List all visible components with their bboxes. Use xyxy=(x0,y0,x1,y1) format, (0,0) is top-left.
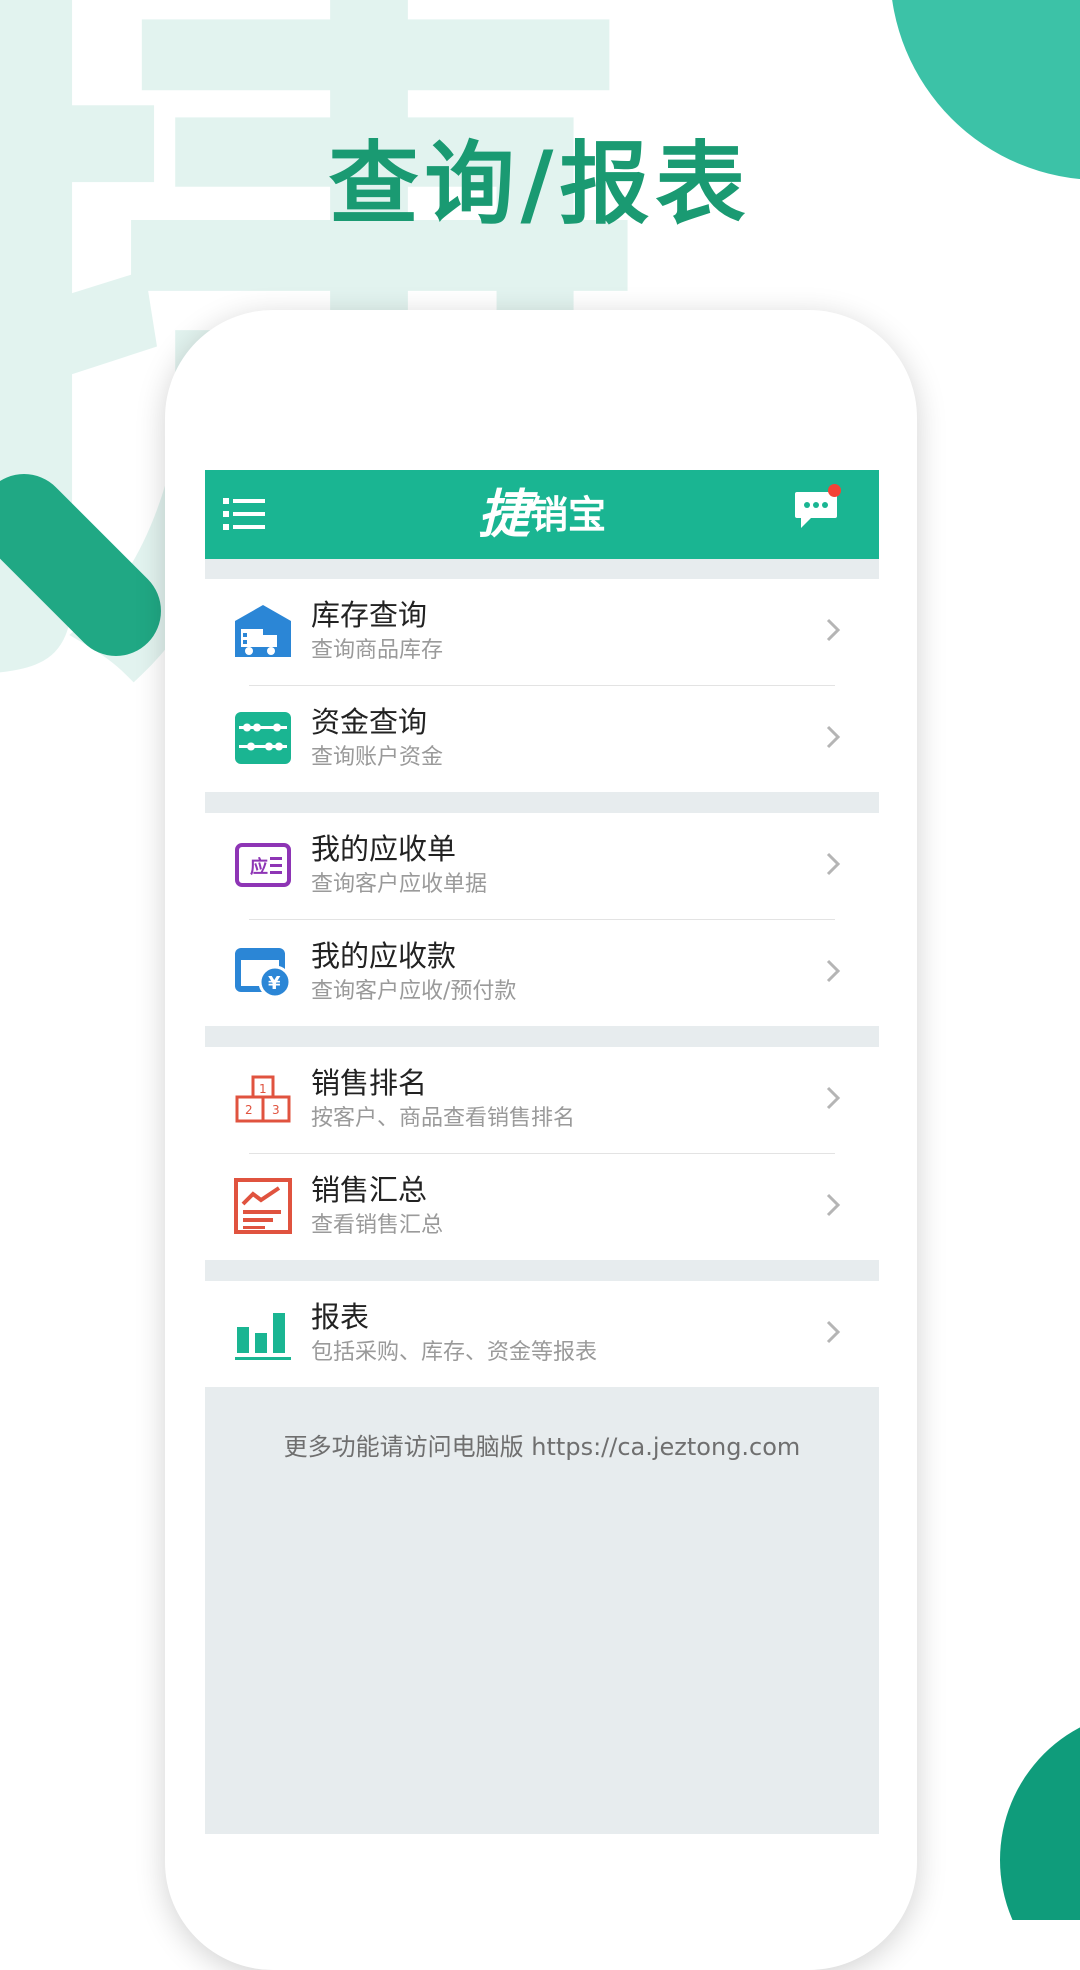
chevron-right-icon xyxy=(826,1193,841,1217)
abacus-icon xyxy=(235,712,291,764)
desktop-version-notice: 更多功能请访问电脑版 https://ca.jeztong.com xyxy=(283,1433,801,1461)
menu-item-fund-query[interactable]: 资金查询 查询账户资金 xyxy=(235,686,841,792)
menu-item-my-receivable-payments[interactable]: ¥ 我的应收款 查询客户应收/预付款 xyxy=(235,920,841,1026)
svg-text:3: 3 xyxy=(272,1103,280,1117)
menu-item-title: 销售排名 xyxy=(311,1066,428,1100)
svg-text:2: 2 xyxy=(245,1103,253,1117)
chevron-right-icon xyxy=(826,725,841,749)
chevron-right-icon xyxy=(826,852,841,876)
menu-item-subtitle: 查询账户资金 xyxy=(311,745,444,770)
bar-chart-icon xyxy=(235,1313,291,1360)
chevron-right-icon xyxy=(826,618,841,642)
decorative-circle-bottom-right xyxy=(1000,1710,1080,1920)
menu-item-subtitle: 按客户、商品查看销售排名 xyxy=(311,1106,576,1131)
menu-group-receivables: 应 我的应收单 查询客户应收单据 ¥ 我的应收款 查询客户应收/预付款 xyxy=(205,813,879,1026)
menu-item-title: 销售汇总 xyxy=(311,1173,428,1207)
receivable-money-icon: ¥ xyxy=(235,948,292,999)
menu-item-reports[interactable]: 报表 包括采购、库存、资金等报表 xyxy=(235,1281,841,1387)
unread-badge xyxy=(828,484,841,497)
chevron-right-icon xyxy=(826,1320,841,1344)
menu-group-reports: 报表 包括采购、库存、资金等报表 xyxy=(205,1281,879,1387)
ranking-podium-icon: 1 2 3 xyxy=(235,1075,291,1123)
menu-item-title: 库存查询 xyxy=(311,598,428,632)
chevron-right-icon xyxy=(826,959,841,983)
menu-item-subtitle: 包括采购、库存、资金等报表 xyxy=(311,1340,598,1365)
app-logo-main: 捷 xyxy=(477,485,530,545)
menu-item-subtitle: 查看销售汇总 xyxy=(311,1213,444,1238)
menu-item-subtitle: 查询客户应收/预付款 xyxy=(311,979,517,1004)
app-top-bar: 捷销宝 xyxy=(205,470,879,559)
menu-item-sales-ranking[interactable]: 1 2 3 销售排名 按客户、商品查看销售排名 xyxy=(235,1047,841,1154)
menu-item-title: 报表 xyxy=(311,1300,370,1334)
svg-text:¥: ¥ xyxy=(268,973,281,994)
sales-summary-icon xyxy=(234,1178,292,1234)
page-headline: 查询/报表 xyxy=(328,132,752,237)
menu-item-title: 资金查询 xyxy=(311,705,428,739)
menu-item-title: 我的应收款 xyxy=(311,939,457,973)
svg-text:1: 1 xyxy=(259,1082,267,1096)
app-screen: 捷销宝 库存查询 查询商品库存 资金查询 查询账户资金 应 我的应收单 查询客户… xyxy=(205,470,879,1834)
menu-group-query: 库存查询 查询商品库存 资金查询 查询账户资金 xyxy=(205,579,879,792)
menu-item-my-receivable-docs[interactable]: 应 我的应收单 查询客户应收单据 xyxy=(235,813,841,920)
menu-item-title: 我的应收单 xyxy=(311,832,457,866)
warehouse-icon xyxy=(235,605,291,657)
menu-item-inventory-query[interactable]: 库存查询 查询商品库存 xyxy=(235,579,841,686)
menu-item-subtitle: 查询商品库存 xyxy=(311,638,444,663)
app-logo: 捷销宝 xyxy=(205,470,879,559)
menu-group-sales: 1 2 3 销售排名 按客户、商品查看销售排名 销售汇总 查看销售汇总 xyxy=(205,1047,879,1260)
receivable-doc-icon: 应 xyxy=(235,843,291,887)
menu-item-sales-summary[interactable]: 销售汇总 查看销售汇总 xyxy=(234,1154,841,1260)
chevron-right-icon xyxy=(826,1086,841,1110)
app-logo-sub: 销宝 xyxy=(530,493,607,537)
menu-item-subtitle: 查询客户应收单据 xyxy=(311,872,488,897)
svg-text:应: 应 xyxy=(250,856,268,878)
